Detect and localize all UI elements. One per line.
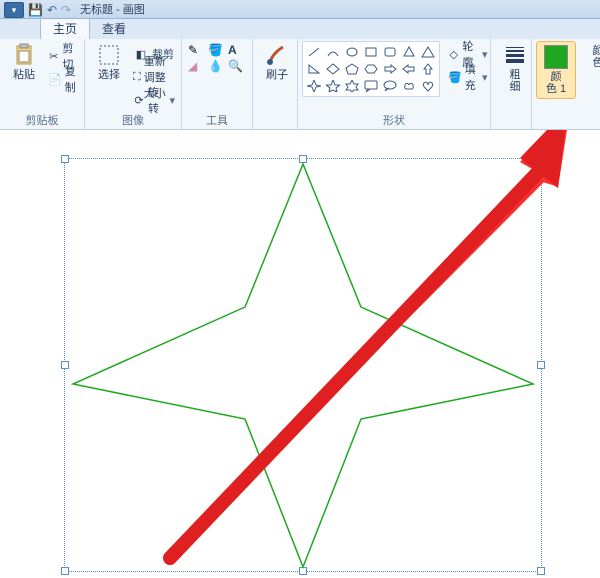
- shape-polygon[interactable]: [400, 44, 418, 60]
- title-bar: ▾ 💾 ↶ ↷ 无标题 - 画图: [0, 0, 600, 19]
- shapes-gallery[interactable]: [302, 41, 440, 97]
- shape-oval[interactable]: [343, 44, 361, 60]
- resize-icon: ⛶: [133, 69, 141, 85]
- group-tools: ✎ 🪣 A ◢ 💧 🔍 工具: [182, 39, 253, 129]
- shape-curve[interactable]: [324, 44, 342, 60]
- group-shapes: ◇轮廓▾ 🪣填充▾ 形状: [298, 39, 491, 129]
- select-icon: [97, 43, 121, 67]
- stroke-width-button[interactable]: 粗 细: [495, 41, 535, 95]
- fill-button[interactable]: 🪣填充▾: [446, 66, 490, 88]
- app-menu-button[interactable]: ▾: [4, 2, 24, 18]
- stroke-icon: [503, 43, 527, 67]
- text-icon[interactable]: A: [228, 43, 246, 57]
- qat-undo-icon[interactable]: ↶: [47, 3, 57, 17]
- bucket-icon[interactable]: 🪣: [208, 43, 226, 57]
- outline-icon: ◇: [448, 46, 459, 62]
- eraser-icon[interactable]: ◢: [188, 59, 206, 73]
- qat-save-icon[interactable]: 💾: [28, 3, 43, 17]
- shape-callout-cloud[interactable]: [400, 78, 418, 94]
- scissors-icon: ✂: [48, 48, 59, 64]
- group-tools-label: 工具: [186, 111, 248, 129]
- color1-swatch: [544, 45, 568, 69]
- window-title: 无标题 - 画图: [80, 1, 145, 17]
- shape-triangle[interactable]: [419, 44, 437, 60]
- group-clipboard: 粘贴 ✂剪切 📄复制 剪贴板: [0, 39, 85, 129]
- clipboard-icon: [12, 43, 36, 67]
- shape-rect[interactable]: [362, 44, 380, 60]
- group-brushes: 刷子: [253, 39, 298, 129]
- shape-callout-round[interactable]: [381, 78, 399, 94]
- copy-button[interactable]: 📄复制: [46, 68, 80, 90]
- ribbon: 粘贴 ✂剪切 📄复制 剪贴板 选择 ◧裁剪 ⛶重新调整大小 ⟳旋转▾ 图像: [0, 39, 600, 130]
- color1-button[interactable]: 颜 色 1: [536, 41, 576, 99]
- select-button[interactable]: 选择: [89, 41, 129, 83]
- copy-icon: 📄: [48, 71, 62, 87]
- group-clipboard-label: 剪贴板: [4, 111, 80, 129]
- shape-heart[interactable]: [419, 78, 437, 94]
- star-shape: [65, 159, 541, 571]
- shape-roundrect[interactable]: [381, 44, 399, 60]
- rotate-button[interactable]: ⟳旋转▾: [131, 89, 177, 111]
- tab-view[interactable]: 查看: [90, 17, 138, 39]
- rotate-icon: ⟳: [133, 92, 145, 108]
- shape-arrow-l[interactable]: [400, 61, 418, 77]
- qat-redo-icon[interactable]: ↷: [61, 3, 71, 17]
- shape-right-tri[interactable]: [305, 61, 323, 77]
- group-shapes-label: 形状: [302, 111, 486, 129]
- group-image: 选择 ◧裁剪 ⛶重新调整大小 ⟳旋转▾ 图像: [85, 39, 182, 129]
- group-image-label: 图像: [89, 111, 177, 129]
- shape-callout-rect[interactable]: [362, 78, 380, 94]
- brush-icon: [265, 43, 289, 67]
- group-stroke: 粗 细: [491, 39, 532, 129]
- shape-arrow-r[interactable]: [381, 61, 399, 77]
- picker-icon[interactable]: 💧: [208, 59, 226, 73]
- brushes-button[interactable]: 刷子: [257, 41, 297, 83]
- pencil-icon[interactable]: ✎: [188, 43, 206, 57]
- selection-box[interactable]: [64, 158, 542, 572]
- group-colors: 颜 色 1 颜 色: [532, 39, 600, 129]
- shape-star4[interactable]: [305, 78, 323, 94]
- shape-arrow-u[interactable]: [419, 61, 437, 77]
- color2-button[interactable]: 颜 色: [578, 41, 600, 71]
- tab-home[interactable]: 主页: [40, 16, 90, 39]
- shape-star6[interactable]: [343, 78, 361, 94]
- quick-access-toolbar: ▾ 💾 ↶ ↷: [4, 2, 71, 18]
- ribbon-tabs: 主页 查看: [0, 19, 600, 39]
- shape-diamond[interactable]: [324, 61, 342, 77]
- zoom-icon[interactable]: 🔍: [228, 59, 246, 73]
- canvas[interactable]: [0, 130, 600, 578]
- fill-icon: 🪣: [448, 69, 462, 85]
- shape-hexagon[interactable]: [362, 61, 380, 77]
- shape-line[interactable]: [305, 44, 323, 60]
- paste-button[interactable]: 粘贴: [4, 41, 44, 83]
- shape-pentagon[interactable]: [343, 61, 361, 77]
- shape-star5[interactable]: [324, 78, 342, 94]
